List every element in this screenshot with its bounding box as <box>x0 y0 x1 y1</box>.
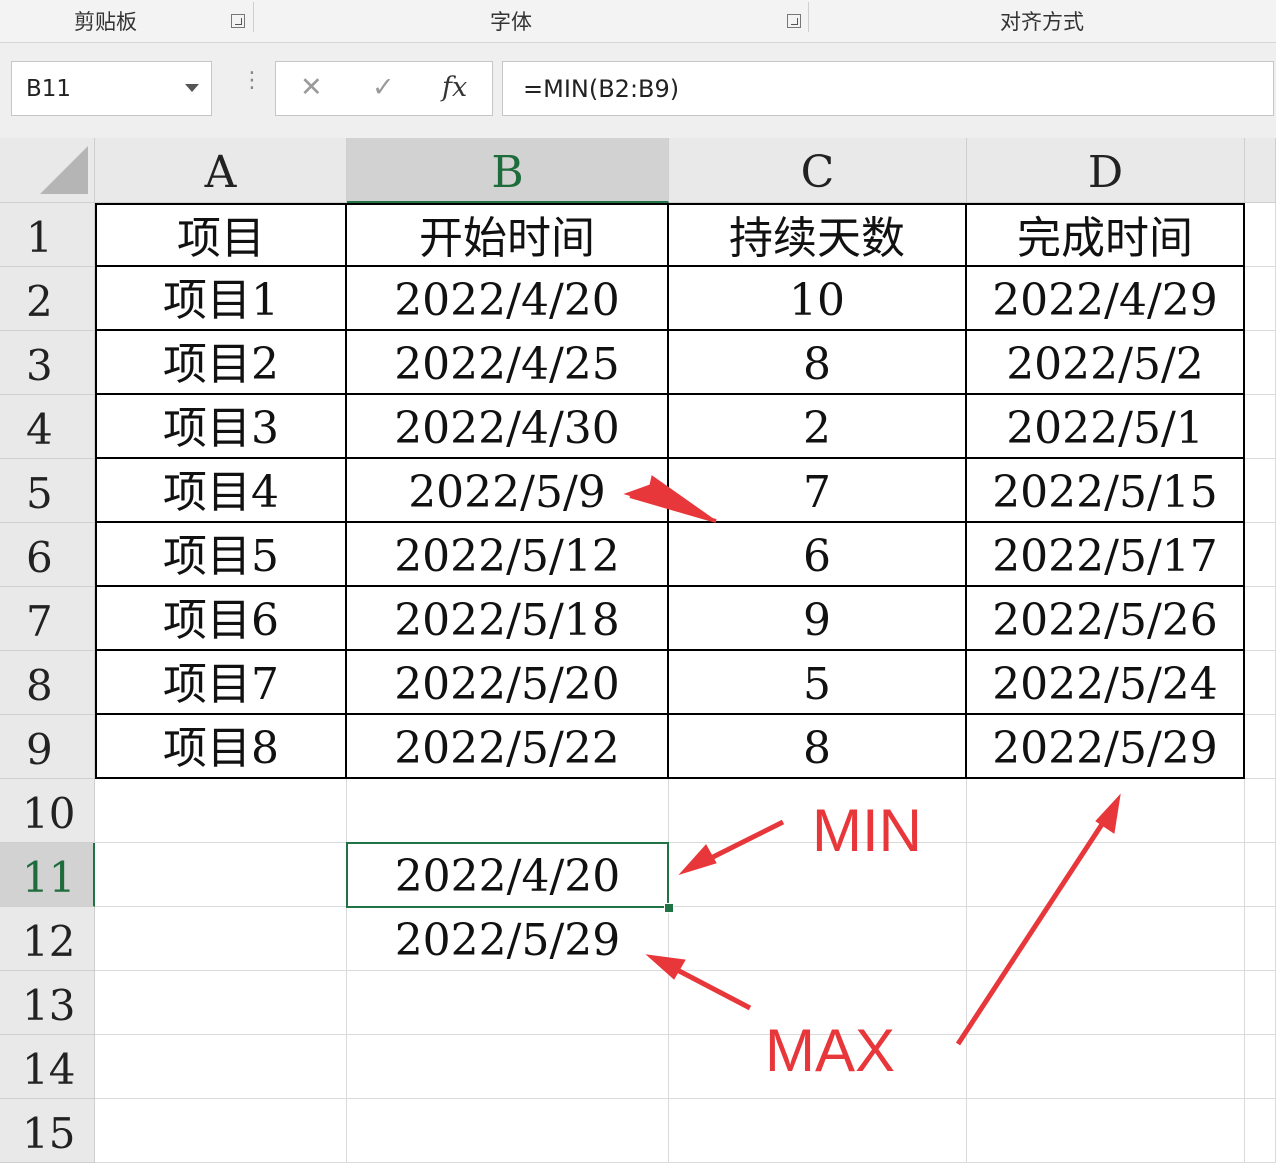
min-annotation-label: MIN <box>812 797 922 864</box>
max-arrow-head <box>645 954 686 980</box>
annotation-arrows <box>623 475 1121 1046</box>
max-annotation-label: MAX <box>765 1017 896 1084</box>
min-arrow-head <box>678 844 717 876</box>
long-arrow-line <box>955 810 1113 1046</box>
